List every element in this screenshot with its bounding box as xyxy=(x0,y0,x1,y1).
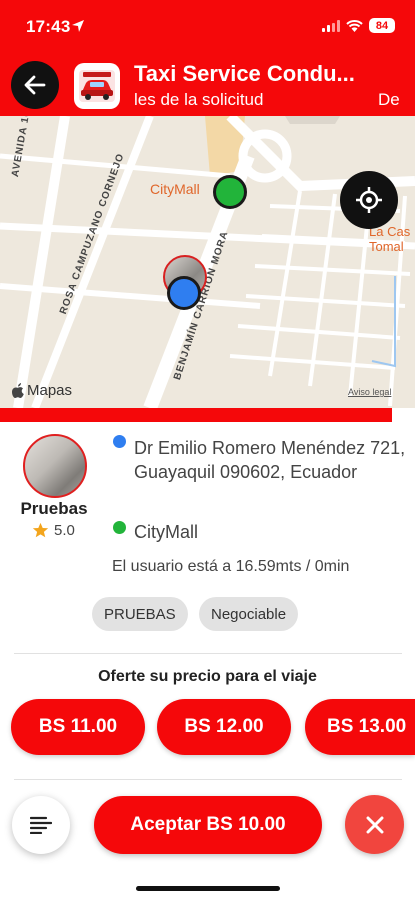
header-subtitle-right: De xyxy=(378,90,400,109)
origin-address: Dr Emilio Romero Menéndez 721, Guayaquil… xyxy=(134,438,406,482)
app-header: Taxi Service Condu... les de la solicitu… xyxy=(0,56,415,116)
app-title: Taxi Service Condu... xyxy=(134,61,355,86)
maps-attribution: Mapas xyxy=(12,382,72,399)
origin-pin[interactable] xyxy=(167,276,201,310)
poi-label: CityMall xyxy=(150,181,200,197)
header-subtitle: les de la solicitud xyxy=(134,90,264,109)
back-button[interactable] xyxy=(11,61,59,109)
destination-pin[interactable] xyxy=(213,175,247,209)
legal-link[interactable]: Aviso legal xyxy=(348,387,391,397)
distance-info: El usuario está a 16.59mts / 0min xyxy=(112,558,350,575)
divider xyxy=(14,653,402,654)
rating-value: 5.0 xyxy=(54,522,75,539)
menu-lines-icon xyxy=(30,816,52,834)
price-option-button[interactable]: BS 12.00 xyxy=(157,699,291,755)
price-option-button[interactable]: BS 11.00 xyxy=(11,699,145,755)
origin-dot-icon xyxy=(113,435,126,448)
tag-chip: PRUEBAS xyxy=(92,597,188,631)
status-bar: 17:43 84 xyxy=(0,0,415,56)
signal-icon xyxy=(322,19,340,32)
apple-logo-icon xyxy=(12,383,24,398)
user-name: Pruebas xyxy=(20,499,88,518)
status-indicators: 84 xyxy=(322,18,395,33)
user-rating: 5.0 xyxy=(32,522,75,539)
progress-bar xyxy=(0,408,392,422)
user-avatar xyxy=(23,434,87,498)
accept-button[interactable]: Aceptar BS 10.00 xyxy=(94,796,322,854)
arrow-left-icon xyxy=(24,75,46,95)
close-icon xyxy=(366,816,383,833)
location-arrow-icon xyxy=(72,20,84,32)
destination-name: CityMall xyxy=(134,522,199,542)
map-view[interactable]: ROSA CAMPUZANO CORNEJO BENJAMÍN CARRIÓN … xyxy=(0,116,415,408)
app-logo xyxy=(74,63,120,109)
locate-button[interactable] xyxy=(340,171,398,229)
wifi-icon xyxy=(346,19,363,32)
star-icon xyxy=(32,522,49,538)
status-time: 17:43 xyxy=(26,17,71,36)
battery-indicator: 84 xyxy=(369,18,395,33)
maps-attribution-text: Mapas xyxy=(27,382,73,399)
price-option-button[interactable]: BS 13.00 xyxy=(305,699,415,755)
tag-chip: Negociable xyxy=(199,597,299,631)
poi-label-right: La Cas Tomal xyxy=(369,224,411,254)
map-background xyxy=(0,116,415,408)
divider xyxy=(14,779,402,780)
home-indicator xyxy=(136,886,280,891)
destination-dot-icon xyxy=(113,521,126,534)
menu-button[interactable] xyxy=(12,796,70,854)
taxi-logo-icon xyxy=(79,70,115,102)
cancel-button[interactable] xyxy=(345,795,404,854)
offer-title: Oferte su precio para el viaje xyxy=(98,668,317,685)
crosshair-icon xyxy=(356,187,382,213)
